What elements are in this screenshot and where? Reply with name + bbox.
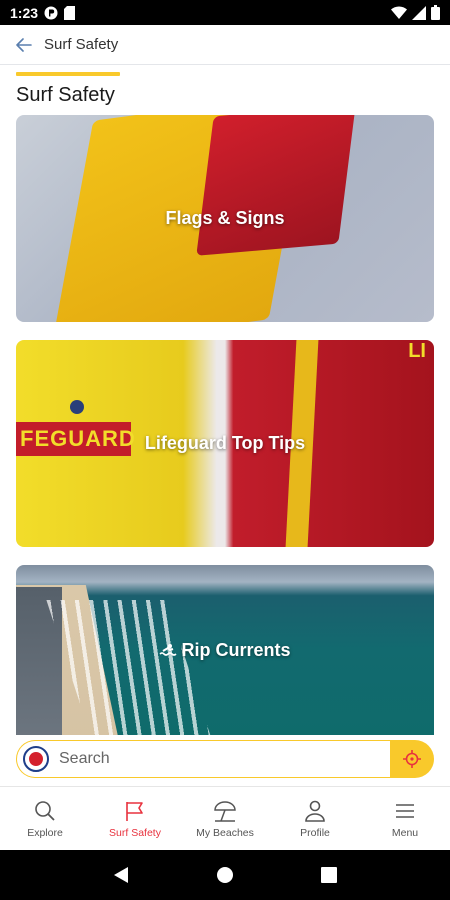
locate-button[interactable] [390,740,434,778]
shirt-lettering: FEGUARD [16,422,135,456]
arrow-left-icon [16,37,32,52]
battery-icon [431,5,440,20]
card-label: Flags & Signs [165,208,285,228]
nav-explore[interactable]: Explore [0,787,90,850]
status-time: 1:23 [10,4,39,21]
nav-my-beaches[interactable]: My Beaches [180,787,270,850]
page-title: Surf Safety [16,84,115,106]
search-bar [16,740,434,778]
nav-profile[interactable]: Profile [270,787,360,850]
card-label: Lifeguard Top Tips [144,433,306,453]
hamburger-icon [396,803,414,818]
nav-menu[interactable]: Menu [360,787,450,850]
umbrella-icon [214,800,236,822]
lifeguard-tips-card[interactable]: FEGUARD LI Lifeguard Top Tips [16,340,434,547]
title-accent-line [16,72,120,76]
person-icon [305,800,325,822]
system-navigation-bar [0,850,450,900]
search-icon [35,800,55,821]
status-bar: 1:23 [0,0,450,25]
app-notification-icon [44,6,58,20]
back-button[interactable] [14,35,34,55]
search-input[interactable] [59,750,359,768]
recents-square-icon[interactable] [320,867,337,883]
surf-life-saving-logo-icon [23,746,49,772]
nav-surf-safety[interactable]: Surf Safety [90,787,180,850]
home-circle-icon[interactable] [216,866,234,884]
back-triangle-icon[interactable] [113,866,129,884]
signal-icon [412,5,426,20]
crosshair-icon [403,750,421,768]
corner-lettering: LI [408,340,426,362]
swimmer-icon [159,644,178,656]
sd-card-icon [64,5,76,20]
card-label: Rip Currents [181,639,291,660]
flags-signs-card[interactable]: Flags & Signs [16,115,434,322]
app-bar: Surf Safety [0,25,450,65]
bottom-navigation: Explore Surf Safety My Beaches Profile M… [0,786,450,850]
rip-currents-card[interactable]: Rip Currents [16,565,434,735]
wifi-icon [391,6,407,19]
app-bar-title: Surf Safety [44,36,119,53]
flag-icon [126,801,143,821]
